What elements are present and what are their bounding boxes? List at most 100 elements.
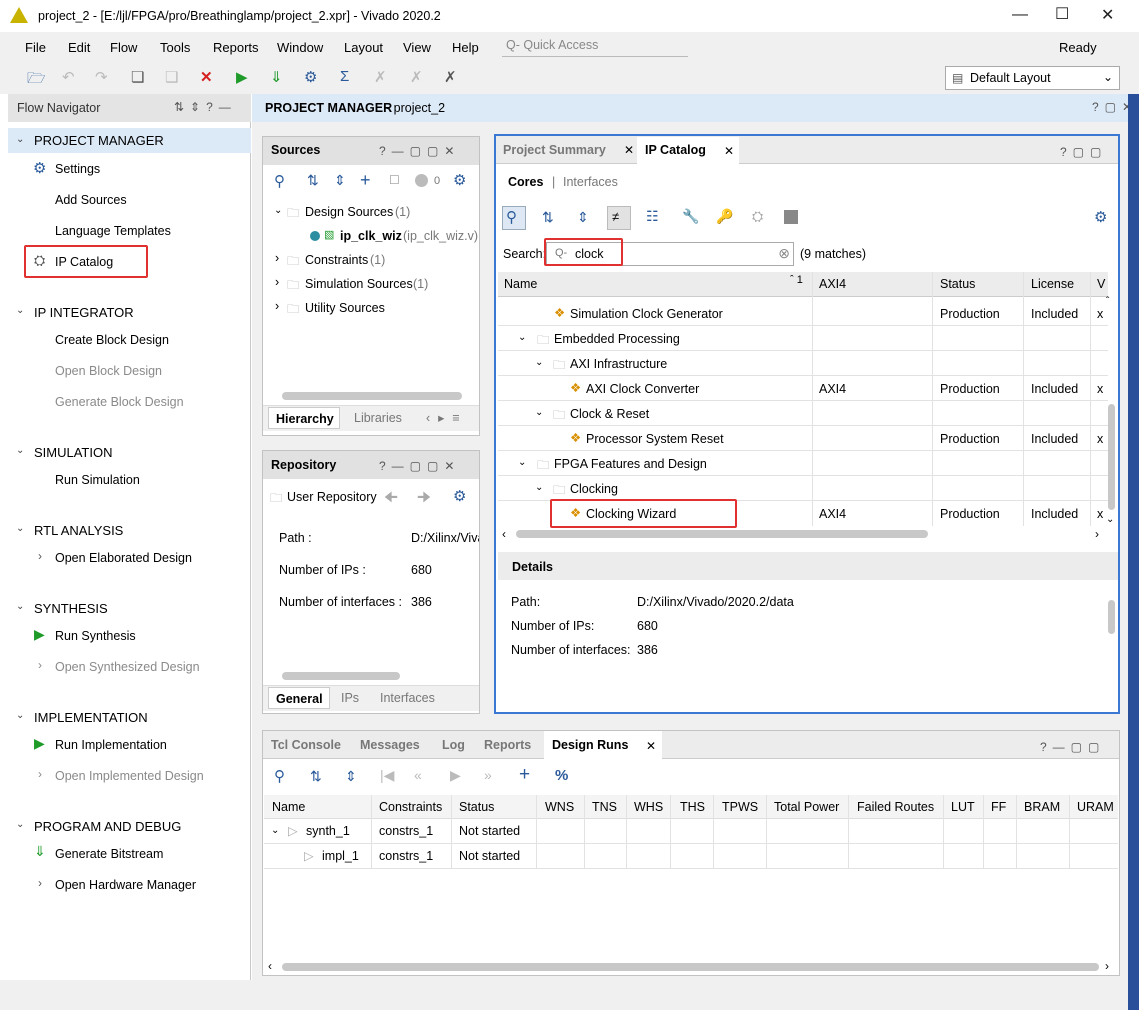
col-v[interactable]: V: [1097, 277, 1105, 291]
quick-access-input[interactable]: Q- Quick Access: [502, 35, 688, 57]
expand-icon[interactable]: ›: [275, 275, 279, 289]
open-project-icon[interactable]: 🗁: [27, 68, 46, 93]
collapse-icon[interactable]: ⌄: [271, 825, 279, 836]
collapse-icon[interactable]: ⌄: [274, 205, 282, 216]
expand-icon[interactable]: ›: [275, 299, 279, 313]
search-icon[interactable]: ⚲: [274, 172, 285, 190]
menu-tools[interactable]: Tools: [160, 40, 190, 55]
menu-flow[interactable]: Flow: [110, 40, 137, 55]
col-ths[interactable]: THS: [680, 800, 705, 814]
section-ip-integrator[interactable]: IP INTEGRATOR: [34, 305, 134, 320]
col-uram[interactable]: URAM: [1077, 800, 1114, 814]
scroll-right-icon[interactable]: ›: [1105, 959, 1109, 973]
col-failed-routes[interactable]: Failed Routes: [857, 800, 934, 814]
next-icon[interactable]: »: [484, 767, 492, 783]
help-box-icon[interactable]: ☐: [389, 173, 400, 187]
section-simulation[interactable]: SIMULATION: [34, 445, 113, 460]
settings-gear-icon[interactable]: ⚙: [304, 68, 317, 86]
nav-open-synthesized-design[interactable]: Open Synthesized Design: [55, 660, 200, 674]
first-icon[interactable]: |◀: [380, 767, 394, 784]
menu-reports[interactable]: Reports: [213, 40, 259, 55]
probe-icon[interactable]: ✗: [410, 68, 423, 86]
section-synthesis[interactable]: SYNTHESIS: [34, 601, 108, 616]
sigma-icon[interactable]: Σ: [340, 68, 349, 85]
collapse-icon[interactable]: ⌄: [16, 601, 24, 612]
bitstream-icon[interactable]: ⇓: [270, 68, 283, 86]
expand-icon[interactable]: ›: [275, 251, 279, 265]
debug-icon[interactable]: ✗: [374, 68, 387, 86]
tab-cores[interactable]: Cores: [508, 175, 543, 189]
redo-icon[interactable]: ↷: [95, 68, 108, 86]
table-row[interactable]: Simulation Clock Generator: [570, 307, 723, 321]
percent-icon[interactable]: %: [555, 767, 568, 784]
col-status[interactable]: Status: [459, 800, 494, 814]
menu-help[interactable]: Help: [452, 40, 479, 55]
chip-icon[interactable]: ⛭: [752, 208, 763, 225]
col-name[interactable]: Name: [504, 277, 537, 291]
collapse-all-icon[interactable]: ⇅: [307, 172, 319, 189]
col-total-power[interactable]: Total Power: [774, 800, 839, 814]
repository-hscroll[interactable]: [282, 672, 400, 680]
menu-file[interactable]: File: [25, 40, 46, 55]
expand-all-icon[interactable]: ⇕: [577, 209, 589, 226]
nav-open-implemented-design[interactable]: Open Implemented Design: [55, 769, 204, 783]
collapse-icon[interactable]: ⌄: [16, 134, 24, 145]
collapse-icon[interactable]: ⌄: [518, 457, 526, 468]
tab-reports[interactable]: Reports: [484, 738, 531, 752]
tab-project-summary[interactable]: Project Summary: [503, 143, 606, 157]
undo-icon[interactable]: ↶: [62, 68, 75, 86]
collapse-icon[interactable]: ⌄: [518, 332, 526, 343]
section-project-manager[interactable]: PROJECT MANAGER: [34, 133, 164, 148]
expand-all-icon[interactable]: ⇕: [334, 172, 346, 189]
cancel-icon[interactable]: ✗: [444, 68, 457, 86]
gear-icon[interactable]: ⚙: [1094, 208, 1107, 226]
col-axi4[interactable]: AXI4: [819, 277, 846, 291]
nav-add-sources[interactable]: Add Sources: [55, 193, 127, 207]
collapse-icon[interactable]: ⌄: [535, 407, 543, 418]
table-row[interactable]: Embedded Processing: [554, 332, 680, 346]
tree-design-sources[interactable]: Design Sources: [305, 205, 393, 219]
forward-arrow-icon[interactable]: 🠊: [417, 487, 431, 512]
expand-icon[interactable]: ›: [38, 876, 42, 890]
sources-header-icons[interactable]: ?—▢▢✕: [379, 144, 460, 158]
table-row[interactable]: AXI Clock Converter: [586, 382, 699, 396]
prev-icon[interactable]: «: [414, 767, 422, 783]
block-icon[interactable]: [784, 210, 798, 224]
col-lut[interactable]: LUT: [951, 800, 975, 814]
tab-general[interactable]: General: [268, 687, 330, 709]
table-row[interactable]: FPGA Features and Design: [554, 457, 707, 471]
col-license[interactable]: License: [1031, 277, 1074, 291]
expand-icon[interactable]: ›: [38, 767, 42, 781]
nav-open-elaborated-design[interactable]: Open Elaborated Design: [55, 551, 192, 565]
tab-messages[interactable]: Messages: [360, 738, 420, 752]
col-tpws[interactable]: TPWS: [722, 800, 758, 814]
add-icon[interactable]: +: [360, 170, 371, 191]
play-icon[interactable]: ▶: [450, 767, 461, 784]
scroll-right-icon[interactable]: ›: [1095, 527, 1099, 541]
minimize-icon[interactable]: —: [1012, 6, 1028, 24]
section-program-debug[interactable]: PROGRAM AND DEBUG: [34, 819, 181, 834]
paste-icon[interactable]: ❏: [165, 68, 178, 86]
collapse-all-icon[interactable]: ⇅: [542, 209, 554, 226]
close-window-icon[interactable]: ✕: [1101, 5, 1114, 25]
run-icon[interactable]: ▶: [236, 68, 248, 86]
layout-select[interactable]: ▤ Default Layout ⌄: [945, 66, 1120, 90]
delete-icon[interactable]: ✕: [200, 68, 213, 86]
scroll-up-icon[interactable]: ˆ: [1106, 296, 1109, 307]
menu-view[interactable]: View: [403, 40, 431, 55]
copy-icon[interactable]: ❏: [131, 68, 144, 86]
collapse-all-icon[interactable]: ⇅: [310, 768, 322, 785]
expand-icon[interactable]: ›: [38, 549, 42, 563]
tab-tcl-console[interactable]: Tcl Console: [271, 738, 341, 752]
menu-layout[interactable]: Layout: [344, 40, 383, 55]
close-icon[interactable]: ✕: [724, 144, 734, 158]
nav-open-hardware-manager[interactable]: Open Hardware Manager: [55, 878, 196, 892]
nav-header-icons[interactable]: ⇅⇕?—: [174, 100, 237, 114]
tab-ips[interactable]: IPs: [341, 691, 359, 705]
back-arrow-icon[interactable]: 🠈: [384, 487, 398, 512]
nav-run-implementation[interactable]: Run Implementation: [55, 738, 167, 752]
table-row[interactable]: AXI Infrastructure: [570, 357, 667, 371]
details-vscroll[interactable]: [1108, 600, 1115, 634]
wrench-icon[interactable]: 🔧: [682, 208, 699, 225]
nav-run-simulation[interactable]: Run Simulation: [55, 473, 140, 487]
